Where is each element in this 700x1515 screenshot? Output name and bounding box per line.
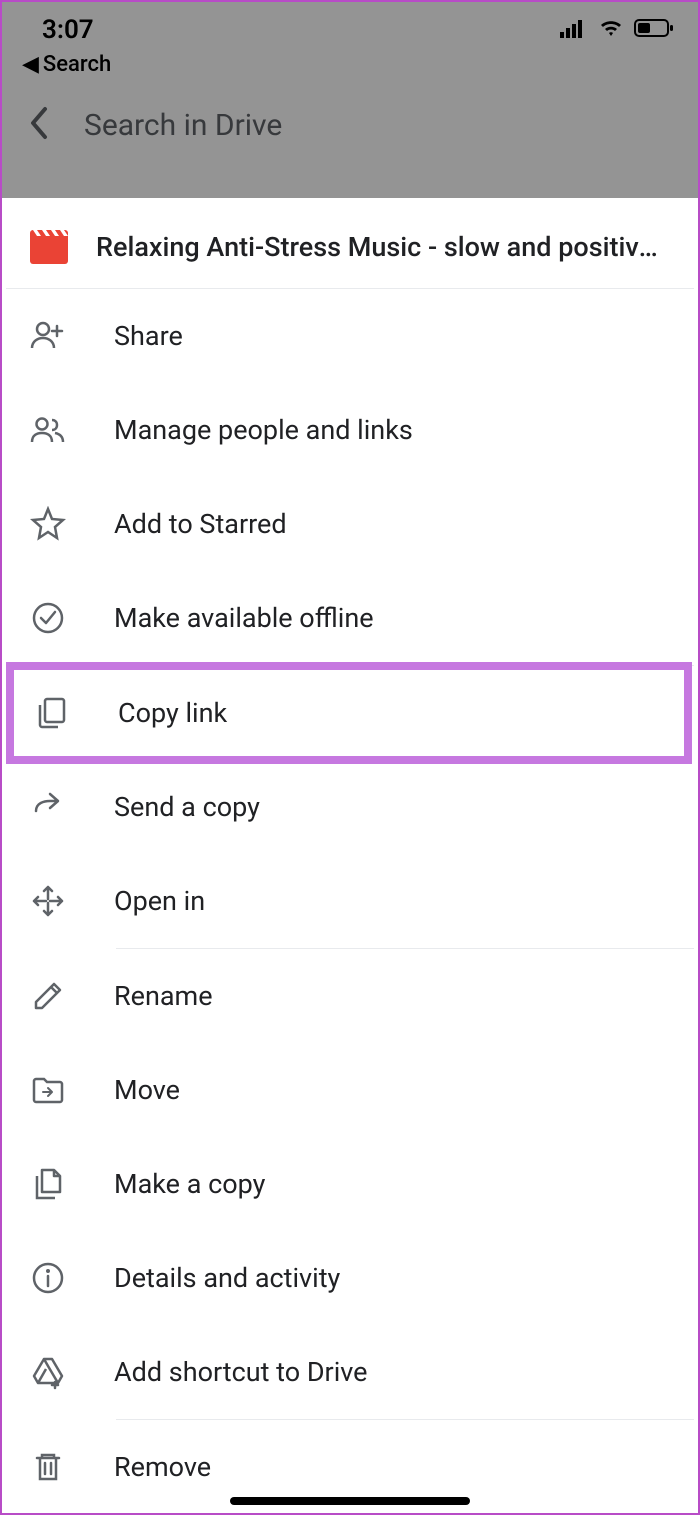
menu-send-copy[interactable]: Send a copy [6, 760, 694, 854]
menu-list: Share Manage people and links Add to Sta… [6, 289, 694, 1514]
menu-make-copy[interactable]: Make a copy [6, 1137, 694, 1231]
open-in-icon [30, 883, 66, 919]
people-icon [30, 412, 66, 448]
menu-copy-link[interactable]: Copy link [10, 666, 688, 760]
menu-remove-label: Remove [114, 1451, 211, 1483]
menu-share[interactable]: Share [6, 289, 694, 383]
menu-rename-label: Rename [114, 980, 213, 1012]
menu-offline-label: Make available offline [114, 602, 374, 634]
pencil-icon [30, 978, 66, 1014]
file-title: Relaxing Anti-Stress Music - slow and po… [96, 231, 670, 263]
menu-offline[interactable]: Make available offline [6, 571, 694, 665]
offline-check-icon [30, 600, 66, 636]
copy-icon [30, 1166, 66, 1202]
action-sheet: Relaxing Anti-Stress Music - slow and po… [6, 198, 694, 1513]
video-file-icon [30, 230, 68, 264]
menu-add-shortcut[interactable]: Add shortcut to Drive [6, 1325, 694, 1419]
drive-shortcut-icon [30, 1354, 66, 1390]
trash-icon [30, 1449, 66, 1485]
info-icon [30, 1260, 66, 1296]
arrow-forward-icon [30, 789, 66, 825]
folder-move-icon [30, 1072, 66, 1108]
home-indicator[interactable] [230, 1497, 470, 1505]
menu-share-label: Share [114, 320, 183, 352]
menu-move-label: Move [114, 1074, 180, 1106]
menu-copylink-label: Copy link [118, 697, 227, 729]
person-add-icon [30, 318, 66, 354]
modal-backdrop[interactable] [2, 2, 698, 198]
menu-shortcut-label: Add shortcut to Drive [114, 1356, 367, 1388]
menu-move[interactable]: Move [6, 1043, 694, 1137]
menu-details-label: Details and activity [114, 1262, 340, 1294]
menu-rename[interactable]: Rename [6, 949, 694, 1043]
menu-star-label: Add to Starred [114, 508, 287, 540]
menu-details[interactable]: Details and activity [6, 1231, 694, 1325]
menu-manage-label: Manage people and links [114, 414, 413, 446]
menu-manage-people[interactable]: Manage people and links [6, 383, 694, 477]
copy-link-icon [34, 695, 70, 731]
menu-sendcopy-label: Send a copy [114, 791, 260, 823]
menu-star[interactable]: Add to Starred [6, 477, 694, 571]
menu-makecopy-label: Make a copy [114, 1168, 265, 1200]
file-header: Relaxing Anti-Stress Music - slow and po… [6, 214, 694, 289]
star-icon [30, 506, 66, 542]
menu-open-in[interactable]: Open in [6, 854, 694, 948]
menu-openin-label: Open in [114, 885, 205, 917]
